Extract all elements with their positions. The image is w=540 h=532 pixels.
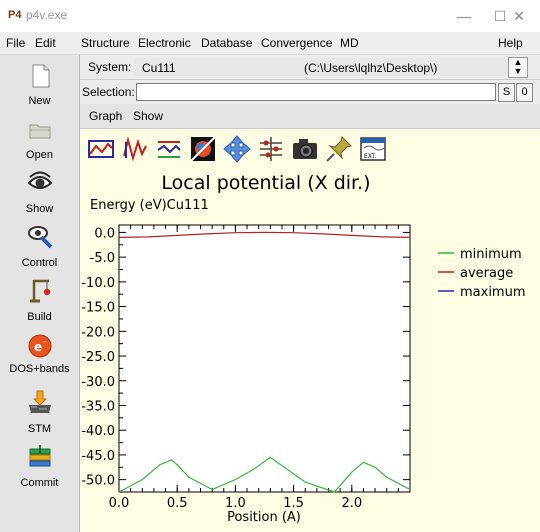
chart-legend: minimum average maximum — [438, 247, 526, 300]
tab-graph[interactable]: Graph — [89, 109, 122, 123]
chart-subtitle: Energy (eV)Cu111 — [90, 198, 209, 213]
new-document-icon — [32, 64, 50, 88]
chart-minmax-icon[interactable] — [86, 134, 116, 164]
svg-text:e: e — [34, 340, 42, 354]
sidebar-item-label: New — [28, 95, 51, 107]
x-tick-label: 1.5 — [283, 496, 304, 511]
open-folder-icon — [29, 124, 51, 139]
chart-title: Local potential (X dir.) — [161, 172, 370, 194]
chevron-down-icon: ▼ — [513, 66, 523, 76]
legend-label-minimum: minimum — [460, 247, 522, 262]
menu-electronic[interactable]: Electronic — [138, 36, 191, 50]
y-tick-label: -45.0 — [81, 449, 115, 464]
selection-input[interactable] — [136, 83, 496, 101]
sidebar-item-label: Open — [26, 149, 53, 161]
svg-text:-: - — [43, 337, 46, 346]
menu-file[interactable]: File — [6, 36, 25, 50]
export-icon[interactable]: EXT. — [358, 134, 388, 164]
sidebar-item-control[interactable]: Control — [0, 223, 79, 273]
system-path: (C:\Users\lqlhz\Desktop\) — [304, 61, 438, 75]
legend-label-average: average — [460, 266, 513, 281]
system-select[interactable]: Cu111 (C:\Users\lqlhz\Desktop\) — [134, 58, 517, 76]
sidebar-item-open[interactable]: Open — [0, 117, 79, 167]
eye-icon — [27, 171, 53, 189]
electron-icon: e - — [28, 334, 52, 358]
menu-help[interactable]: Help — [498, 36, 523, 50]
stm-icon — [29, 390, 51, 413]
axes-icon[interactable] — [256, 134, 286, 164]
y-tick-label: -20.0 — [81, 325, 115, 340]
sidebar-item-label: STM — [27, 423, 52, 435]
menu-convergence[interactable]: Convergence — [261, 36, 332, 50]
minimize-button[interactable]: — — [444, 0, 484, 32]
color-map-icon[interactable] — [188, 134, 218, 164]
y-tick-label: -50.0 — [81, 474, 115, 489]
x-axis-label: Position (A) — [227, 510, 301, 525]
camera-icon[interactable] — [290, 134, 320, 164]
selection-s-button[interactable]: S — [498, 83, 515, 102]
y-tick-label: -35.0 — [81, 399, 115, 414]
x-tick-label: 0.0 — [109, 496, 130, 511]
plot-area — [118, 224, 411, 493]
sidebar-item-label: Commit — [20, 477, 59, 489]
menu-md[interactable]: MD — [340, 36, 359, 50]
control-wrench-icon — [28, 226, 53, 249]
x-tick-label: 1.0 — [225, 496, 246, 511]
export-label: EXT. — [364, 153, 377, 160]
sidebar-item-show[interactable]: Show — [0, 169, 79, 219]
sidebar-item-label: DOS+bands — [9, 363, 70, 375]
window-title: p4v.exe — [26, 8, 68, 22]
sidebar-item-stm[interactable]: STM — [0, 389, 79, 443]
menu-edit[interactable]: Edit — [35, 36, 56, 50]
build-crane-icon — [30, 279, 51, 303]
pin-icon[interactable] — [324, 134, 354, 164]
system-value: Cu111 — [142, 61, 176, 75]
selection-label: Selection: — [82, 85, 135, 99]
menu-database[interactable]: Database — [201, 36, 252, 50]
sidebar-item-dos-bands[interactable]: e - DOS+bands — [0, 333, 79, 387]
y-tick-label: 0.0 — [94, 226, 115, 241]
x-tick-label: 2.0 — [341, 496, 362, 511]
chart-wave-icon[interactable] — [120, 134, 150, 164]
menu-structure[interactable]: Structure — [81, 36, 130, 50]
local-potential-chart: Local potential (X dir.) Energy (eV)Cu11… — [81, 172, 526, 525]
app-icon: P4 — [8, 9, 22, 21]
x-tick-label: 0.5 — [167, 496, 188, 511]
system-spinner[interactable]: ▲ ▼ — [508, 57, 528, 78]
sidebar-item-build[interactable]: Build — [0, 277, 79, 329]
y-tick-label: -30.0 — [81, 375, 115, 390]
tab-bar: Graph Show — [80, 104, 540, 129]
title-bar: P4 p4v.exe — ☐ ✕ — [0, 0, 540, 32]
close-button[interactable]: ✕ — [498, 0, 540, 32]
y-tick-label: -40.0 — [81, 424, 115, 439]
sidebar-item-label: Show — [25, 203, 54, 215]
y-tick-label: -25.0 — [81, 350, 115, 365]
legend-label-maximum: maximum — [460, 285, 526, 300]
tab-show[interactable]: Show — [133, 109, 163, 123]
selection-zero-button[interactable]: 0 — [516, 83, 533, 102]
system-label: System: — [88, 60, 132, 74]
sidebar-item-new[interactable]: New — [0, 63, 79, 113]
sidebar-item-commit[interactable]: Commit — [0, 445, 79, 499]
y-tick-label: -15.0 — [81, 301, 115, 316]
menu-bar: File Edit Structure Electronic Database … — [0, 32, 540, 55]
move-icon[interactable] — [222, 134, 252, 164]
sidebar-item-label: Control — [21, 257, 58, 269]
chart-avg-icon[interactable] — [154, 134, 184, 164]
y-tick-label: -10.0 — [81, 276, 115, 291]
sidebar-item-label: Build — [27, 311, 52, 323]
y-tick-label: -5.0 — [90, 251, 115, 266]
commit-stack-icon — [29, 445, 51, 467]
sidebar: New Open Show Control Build e - DOS+band… — [0, 55, 80, 532]
